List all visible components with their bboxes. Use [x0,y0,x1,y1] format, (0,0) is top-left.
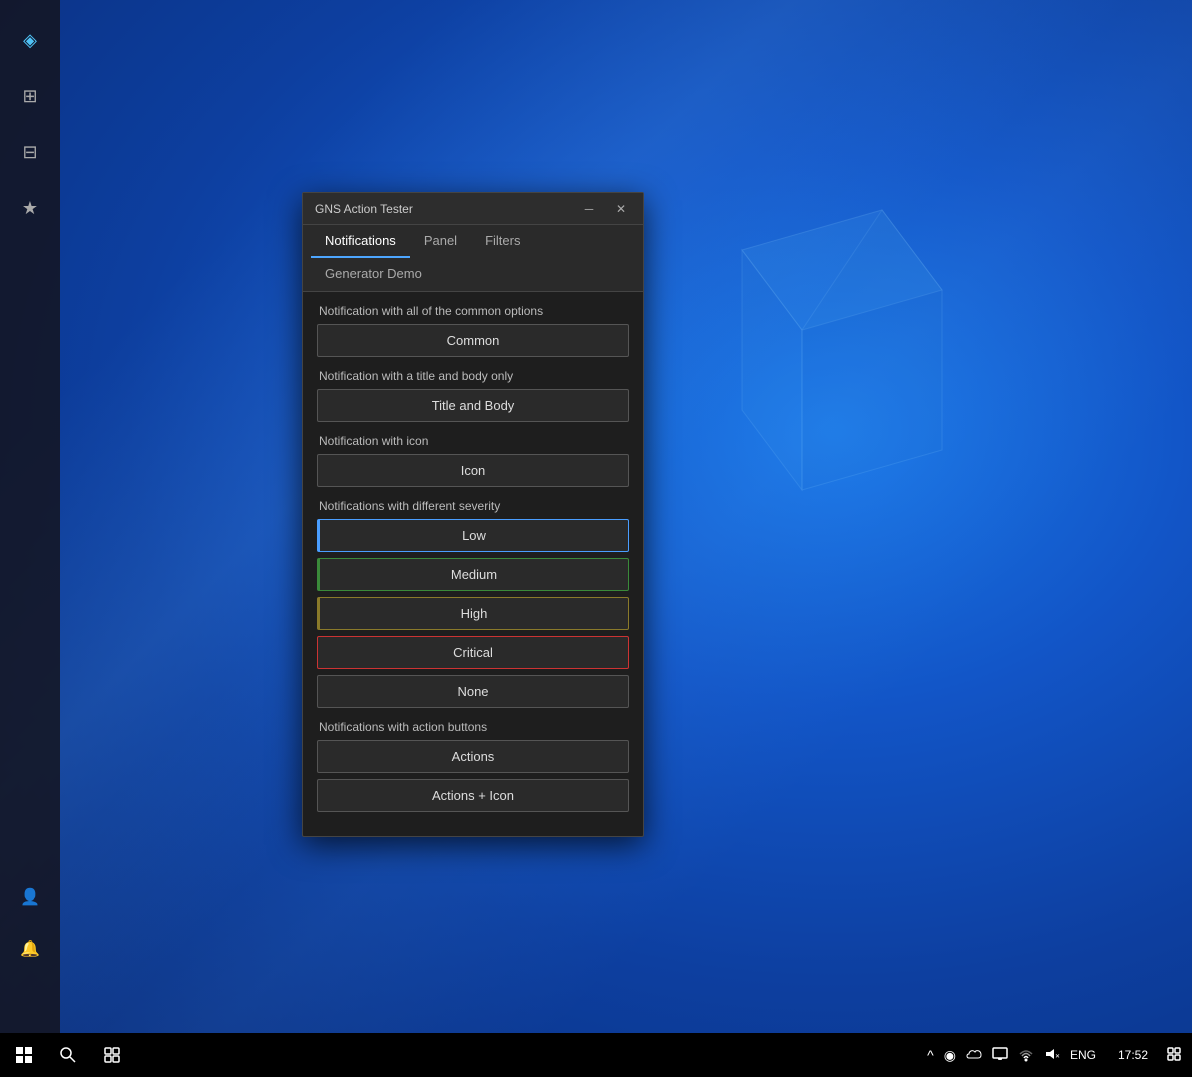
wifi-icon[interactable] [1016,1046,1036,1065]
section-title-body: Notification with a title and body only … [317,369,629,422]
grid-icon: ⊞ [22,86,37,107]
task-view-icon [104,1047,120,1063]
section-common: Notification with all of the common opti… [317,304,629,357]
section-actions: Notifications with action buttons Action… [317,720,629,812]
diamond-icon: ◈ [23,30,37,51]
sidebar-item-bell[interactable]: 🔔 [6,925,54,973]
section-severity-label: Notifications with different severity [317,499,629,513]
button-none[interactable]: None [317,675,629,708]
section-icon: Notification with icon Icon [317,434,629,487]
button-title-body[interactable]: Title and Body [317,389,629,422]
notification-center-icon[interactable] [1164,1046,1184,1065]
button-medium[interactable]: Medium [317,558,629,591]
section-common-label: Notification with all of the common opti… [317,304,629,318]
section-severity: Notifications with different severity Lo… [317,499,629,708]
systray: ^ ◉ [921,1046,1102,1065]
monitor-icon [992,1046,1008,1062]
taskbar-right: ^ ◉ [921,1046,1192,1065]
minimize-button[interactable]: ─ [575,199,603,219]
star-icon: ★ [22,198,38,219]
sidebar-item-diamond[interactable]: ◈ [6,16,54,64]
button-low[interactable]: Low [317,519,629,552]
language-indicator[interactable]: ENG [1068,1048,1098,1062]
display-icon[interactable] [990,1046,1010,1065]
close-icon: ✕ [616,202,626,216]
section-actions-label: Notifications with action buttons [317,720,629,734]
sidebar-item-user[interactable]: 👤 [6,873,54,921]
background-shape [662,130,962,550]
button-icon[interactable]: Icon [317,454,629,487]
tab-generator-demo[interactable]: Generator Demo [311,258,436,291]
onedrive-icon[interactable] [964,1046,984,1065]
button-critical[interactable]: Critical [317,636,629,669]
sidebar-item-table[interactable]: ⊟ [6,128,54,176]
sidebar-item-star[interactable]: ★ [6,184,54,232]
start-button[interactable] [4,1033,44,1077]
search-button[interactable] [48,1033,88,1077]
tab-notifications[interactable]: Notifications [311,225,410,258]
section-icon-label: Notification with icon [317,434,629,448]
section-title-body-label: Notification with a title and body only [317,369,629,383]
minimize-icon: ─ [585,202,594,216]
app-window: GNS Action Tester ─ ✕ Notifications Pane… [302,192,644,837]
network-icon[interactable]: ◉ [942,1047,958,1064]
bell-icon: 🔔 [20,939,40,959]
chevron-up-icon[interactable]: ^ [925,1047,936,1063]
button-high[interactable]: High [317,597,629,630]
tab-panel[interactable]: Panel [410,225,471,258]
content-area: Notification with all of the common opti… [303,292,643,836]
button-common[interactable]: Common [317,324,629,357]
button-actions-icon[interactable]: Actions + Icon [317,779,629,812]
cloud-icon [966,1046,982,1062]
tab-filters[interactable]: Filters [471,225,534,258]
taskbar: ^ ◉ [0,1033,1192,1077]
speaker-icon: ✕ [1044,1046,1060,1062]
user-icon: 👤 [20,887,40,907]
desktop: ◈ ⊞ ⊟ ★ 👤 🔔 GNS Action Tester ─ [0,0,1192,1077]
taskbar-clock[interactable]: 17:52 [1110,1048,1156,1062]
window-title: GNS Action Tester [315,202,575,216]
windows-icon [16,1047,32,1063]
clock-time: 17:52 [1118,1048,1148,1062]
title-bar: GNS Action Tester ─ ✕ [303,193,643,225]
table-icon: ⊟ [22,142,37,163]
action-center-icon [1166,1046,1182,1062]
task-view-button[interactable] [92,1033,132,1077]
title-bar-controls: ─ ✕ [575,199,635,219]
sidebar-item-grid[interactable]: ⊞ [6,72,54,120]
close-button[interactable]: ✕ [607,199,635,219]
tab-bar: Notifications Panel Filters Generator De… [303,225,643,292]
volume-icon[interactable]: ✕ [1042,1046,1062,1065]
button-actions[interactable]: Actions [317,740,629,773]
svg-text:✕: ✕ [1055,1054,1060,1060]
search-icon [60,1047,76,1063]
left-sidebar: ◈ ⊞ ⊟ ★ 👤 🔔 [0,0,60,1033]
wifi-icon-svg [1018,1046,1034,1062]
taskbar-left [0,1033,132,1077]
